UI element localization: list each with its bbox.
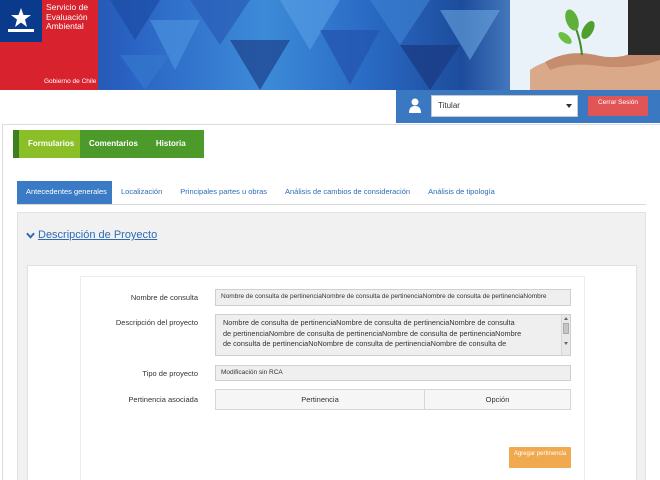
scroll-down-icon[interactable] xyxy=(564,342,568,345)
tipo-field[interactable]: Modificación sin RCA xyxy=(215,365,571,381)
nombre-field[interactable]: Nombre de consulta de pertinenciaNombre … xyxy=(215,289,571,306)
logo[interactable]: Servicio de Evaluación Ambiental Gobiern… xyxy=(0,0,98,90)
tab-principales-partes[interactable]: Principales partes u obras xyxy=(171,181,276,204)
nombre-label: Nombre de consulta xyxy=(130,293,198,302)
descripcion-line: de pertinenciaNombre de consulta de pert… xyxy=(223,328,522,338)
section-tabs: Antecedentes generales Localización Prin… xyxy=(17,181,646,205)
user-icon xyxy=(409,98,421,113)
tab-analisis-tipologia[interactable]: Análisis de tipología xyxy=(419,181,504,204)
tab-analisis-cambios[interactable]: Análisis de cambios de consideración xyxy=(276,181,419,204)
column-header-opcion: Opción xyxy=(485,395,510,404)
nav-item-historia[interactable]: Historia xyxy=(147,130,195,158)
pertinencia-table-header: Pertinencia Opción xyxy=(215,389,571,410)
org-name: Servicio de Evaluación Ambiental xyxy=(46,2,89,31)
header-banner: Servicio de Evaluación Ambiental Gobiern… xyxy=(0,0,660,90)
hands-plant-image xyxy=(510,0,660,90)
nav-item-formularios[interactable]: Formularios xyxy=(19,130,80,158)
logout-button[interactable]: Cerrar Sesión xyxy=(588,96,648,116)
form-nav: Formularios Comentarios Historia xyxy=(13,130,204,158)
user-bar: Titular Cerrar Sesión xyxy=(396,90,660,123)
panel-title: Descripción de Proyecto xyxy=(38,229,158,241)
add-pertinencia-button[interactable]: Agregar pertinencia xyxy=(509,447,571,468)
chevron-down-icon xyxy=(26,232,35,239)
panel-toggle[interactable]: Descripción de Proyecto xyxy=(26,229,157,241)
descripcion-label: Descripción del proyecto xyxy=(115,318,198,327)
logo-shield xyxy=(0,0,42,42)
role-select-value: Titular xyxy=(438,101,460,110)
pertinencia-label: Pertinencia asociada xyxy=(128,395,198,404)
tab-localizacion[interactable]: Localización xyxy=(112,181,171,204)
column-header-pertinencia: Pertinencia xyxy=(216,390,425,409)
scroll-thumb[interactable] xyxy=(563,323,569,334)
textarea-scrollbar[interactable] xyxy=(561,315,570,355)
chile-emblem-icon xyxy=(8,8,34,32)
tipo-label: Tipo de proyecto xyxy=(142,369,198,378)
chevron-down-icon xyxy=(566,104,572,108)
descripcion-line: Nombre de consulta de pertinenciaNombre … xyxy=(223,318,515,327)
descripcion-textarea[interactable]: Nombre de consulta de pertinenciaNombre … xyxy=(215,314,571,356)
tab-antecedentes-generales[interactable]: Antecedentes generales xyxy=(17,181,112,204)
scroll-up-icon[interactable] xyxy=(564,317,568,320)
nav-item-comentarios[interactable]: Comentarios xyxy=(80,130,147,158)
gov-label: Gobierno de Chile xyxy=(44,78,97,85)
role-select[interactable]: Titular xyxy=(431,95,578,117)
descripcion-line: de consulta de pertinenciaNoNombre de co… xyxy=(223,339,507,348)
